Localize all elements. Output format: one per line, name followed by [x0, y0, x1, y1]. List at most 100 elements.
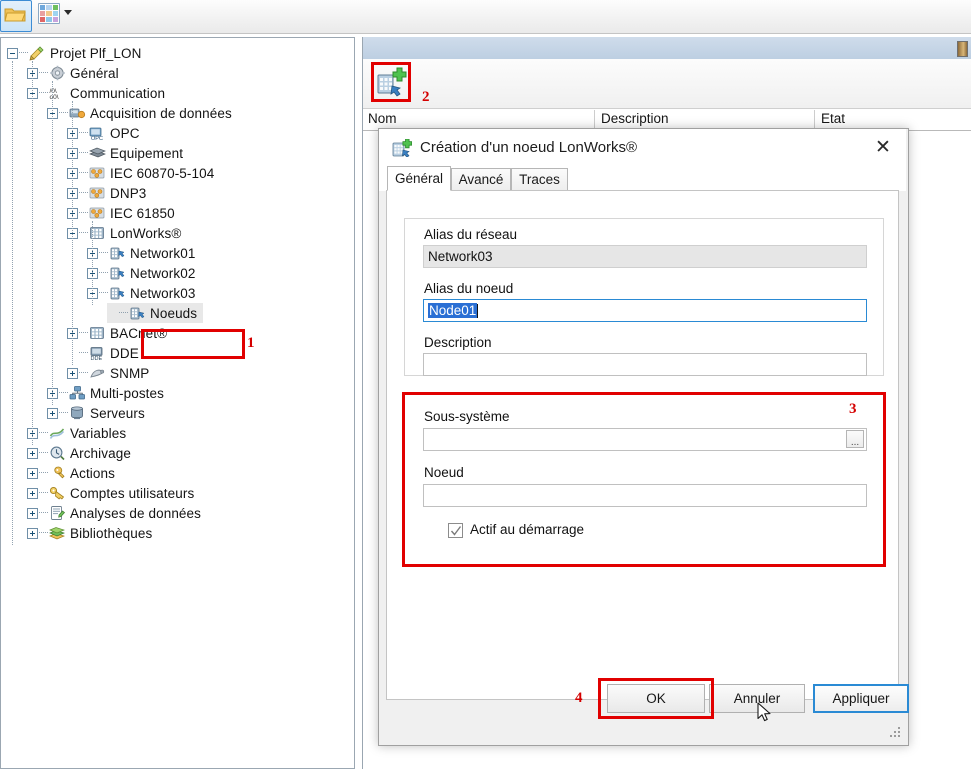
tree-guide-line	[92, 221, 94, 305]
tree-connector	[39, 92, 48, 94]
server-icon	[71, 406, 83, 420]
tree-node-label: Comptes utilisateurs	[70, 485, 195, 501]
tree-node-biblioth-ques[interactable]: Bibliothèques	[27, 523, 152, 543]
tree-node-label: IEC 60870-5-104	[110, 165, 215, 181]
tree-node-label: DDE	[110, 345, 139, 361]
column-header-description[interactable]: Description	[601, 111, 669, 126]
pin-icon[interactable]	[957, 41, 968, 57]
variables-icon	[49, 428, 65, 439]
tree-guide-line	[52, 81, 54, 405]
svg-text:o0\: o0\	[50, 94, 59, 101]
tree-expander-plus-icon[interactable]	[67, 367, 78, 379]
node-alias-label: Alias du noeud	[424, 281, 514, 296]
text-caret	[477, 303, 479, 318]
open-folder-button[interactable]	[0, 0, 32, 32]
resize-grip[interactable]	[889, 727, 902, 740]
tree-node-iec-60870-5-104[interactable]: IEC 60870-5-104	[67, 163, 214, 183]
tree-node-communication[interactable]: /0\ o0\ Communication	[27, 83, 165, 103]
create-node-dialog: Création d'un noeud LonWorks® ✕ Général …	[378, 128, 909, 746]
tree-connector	[79, 212, 88, 214]
tree-node-dde[interactable]: DDE DDE	[67, 343, 139, 363]
identification-group: Alias du réseau Network03 Alias du noeud…	[404, 218, 884, 376]
annotation-box-2	[371, 62, 411, 102]
node-alias-input[interactable]: Node01	[423, 299, 867, 322]
annotation-number-1: 1	[247, 335, 255, 351]
tree-node-iec-61850[interactable]: IEC 61850	[67, 203, 175, 223]
tree-expander-plus-icon[interactable]	[27, 527, 38, 539]
dialog-title: Création d'un noeud LonWorks®	[420, 139, 638, 156]
tree-node-label: Projet Plf_LON	[50, 45, 142, 61]
column-separator[interactable]	[814, 110, 815, 130]
tree-connector	[19, 52, 28, 54]
tree-node-label: Actions	[70, 465, 115, 481]
annotation-box-1	[141, 329, 245, 359]
column-separator[interactable]	[594, 110, 595, 130]
apply-button[interactable]: Appliquer	[813, 684, 909, 713]
tree-node-network03[interactable]: Network03	[87, 283, 195, 303]
tree-node-label: Variables	[70, 425, 127, 441]
tree-node-snmp[interactable]: SNMP	[67, 363, 149, 383]
tree-connector	[79, 152, 88, 154]
tree-node-acquisition-de-donn-es[interactable]: Acquisition de données	[47, 103, 232, 123]
add-node-icon	[392, 138, 412, 157]
dde-icon: DDE	[91, 347, 102, 362]
tree-expander-minus-icon[interactable]	[7, 47, 18, 59]
tree-node-lonworks[interactable]: LonWorks®	[67, 223, 181, 243]
tree-connector	[39, 512, 48, 514]
tree-expander-plus-icon[interactable]	[27, 447, 38, 459]
tree-node-label: Noeuds	[150, 305, 198, 321]
panel-title-bar	[363, 37, 971, 59]
tab-general[interactable]: Général	[387, 166, 451, 191]
tree-connector	[79, 172, 88, 174]
tree-node-comptes-utilisateurs[interactable]: Comptes utilisateurs	[27, 483, 194, 503]
description-input[interactable]	[423, 353, 867, 376]
tree-node-analyses-de-donn-es[interactable]: Analyses de données	[27, 503, 201, 523]
tree-node-equipement[interactable]: Equipement	[67, 143, 183, 163]
dropdown-caret-button[interactable]	[62, 0, 76, 26]
node-alias-value: Node01	[428, 303, 478, 318]
tree-node-label: Network03	[130, 285, 196, 301]
tree-node-label: Equipement	[110, 145, 184, 161]
tree-node-network02[interactable]: Network02	[87, 263, 195, 283]
tree-expander-plus-icon[interactable]	[27, 487, 38, 499]
tree-node-serveurs[interactable]: Serveurs	[47, 403, 145, 423]
tree-expander-plus-icon[interactable]	[27, 507, 38, 519]
tree-node-variables[interactable]: Variables	[27, 423, 126, 443]
tree-connector	[39, 72, 48, 74]
tree-node-actions[interactable]: Actions	[27, 463, 115, 483]
nodes-icon	[130, 307, 145, 320]
description-label: Description	[424, 335, 492, 350]
tree-node-g-n-ral[interactable]: Général	[27, 63, 119, 83]
dialog-title-bar[interactable]: Création d'un noeud LonWorks® ✕	[379, 129, 906, 166]
tree-node-dnp3[interactable]: DNP3	[67, 183, 146, 203]
tree-connector	[59, 412, 68, 414]
column-header-etat[interactable]: Etat	[821, 111, 845, 126]
analysis-icon	[51, 506, 66, 520]
network-icon	[110, 247, 125, 260]
tree-node-projet-plf-lon[interactable]: Projet Plf_LON	[7, 43, 141, 63]
tree-node-noeuds[interactable]: Noeuds	[107, 303, 204, 323]
tree-expander-plus-icon[interactable]	[47, 407, 58, 419]
tree-node-label: Bibliothèques	[70, 525, 153, 541]
tree-connector	[59, 112, 68, 114]
tree-node-label: Communication	[70, 85, 166, 101]
grid-icon	[38, 3, 60, 24]
project-tree-panel[interactable]: Projet Plf_LON Général/0\ o0\ Communication…	[0, 37, 355, 769]
close-icon[interactable]: ✕	[860, 129, 906, 166]
annotation-box-4	[598, 678, 714, 719]
tree-node-archivage[interactable]: Archivage	[27, 443, 131, 463]
protocol-icon	[89, 187, 105, 199]
tree-node-opc[interactable]: OPC OPC	[67, 123, 140, 143]
mouse-cursor	[757, 702, 771, 722]
tree-node-network01[interactable]: Network01	[87, 243, 195, 263]
tree-connector	[79, 132, 88, 134]
tree-expander-plus-icon[interactable]	[27, 467, 38, 479]
tab-panel-general: Alias du réseau Network03 Alias du noeud…	[386, 190, 899, 700]
tree-node-label: Analyses de données	[70, 505, 201, 521]
tree-node-multi-postes[interactable]: Multi-postes	[47, 383, 164, 403]
actions-icon	[54, 466, 65, 479]
tree-node-label: SNMP	[110, 365, 150, 381]
tab-avance[interactable]: Avancé	[451, 168, 511, 191]
column-header-nom[interactable]: Nom	[368, 111, 397, 126]
tab-traces[interactable]: Traces	[511, 168, 568, 191]
